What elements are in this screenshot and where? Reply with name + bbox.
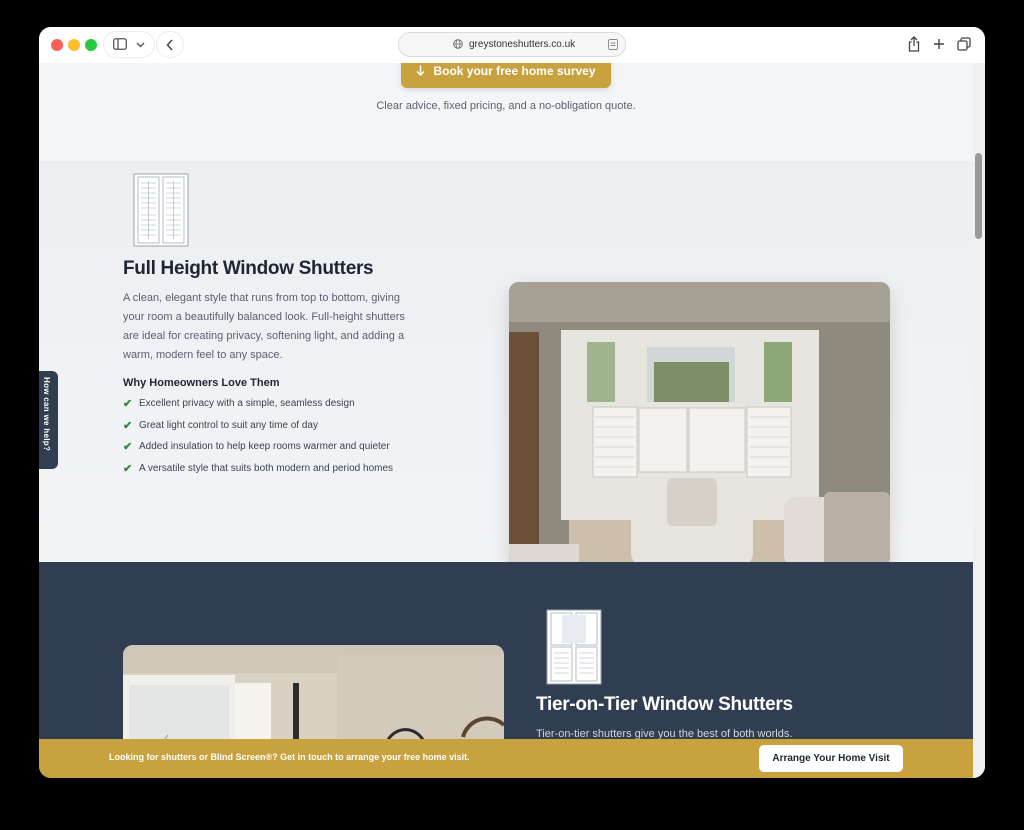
check-icon: ✔ xyxy=(123,398,133,411)
browser-window: greystoneshutters.co.uk Book your free h… xyxy=(39,27,985,778)
tab-overview-icon[interactable] xyxy=(957,37,971,51)
benefits-heading: Why Homeowners Love Them xyxy=(123,377,280,389)
close-window-button[interactable] xyxy=(51,39,63,51)
back-button[interactable] xyxy=(157,32,183,57)
browser-toolbar: greystoneshutters.co.uk xyxy=(39,27,985,63)
benefit-item: ✔ A versatile style that suits both moder… xyxy=(123,462,394,475)
page-scrollbar[interactable] xyxy=(973,63,985,778)
full-height-shutters-photo xyxy=(509,282,890,567)
book-survey-button[interactable]: Book your free home survey xyxy=(401,63,611,88)
new-tab-icon[interactable] xyxy=(933,38,945,50)
globe-icon xyxy=(453,39,463,49)
sidebar-icon xyxy=(113,38,127,50)
address-bar[interactable]: greystoneshutters.co.uk xyxy=(398,32,626,57)
web-page: Book your free home survey Clear advice,… xyxy=(39,63,973,778)
benefits-list: ✔ Excellent privacy with a simple, seamle… xyxy=(123,393,393,479)
benefit-item: ✔ Added insulation to help keep rooms war… xyxy=(123,441,390,454)
contact-banner: Looking for shutters or Blind Screen®? G… xyxy=(39,739,973,778)
minimize-window-button[interactable] xyxy=(68,39,80,51)
full-height-shutter-icon xyxy=(133,173,189,247)
full-height-description: A clean, elegant style that runs from to… xyxy=(123,292,405,361)
check-icon: ✔ xyxy=(123,462,133,475)
zoom-window-button[interactable] xyxy=(85,39,97,51)
share-icon[interactable] xyxy=(908,36,920,52)
benefit-item: ✔ Excellent privacy with a simple, seamle… xyxy=(123,398,355,411)
check-icon: ✔ xyxy=(123,419,133,432)
contact-banner-text: Looking for shutters or Blind Screen®? G… xyxy=(109,752,470,762)
arrange-home-visit-button[interactable]: Arrange Your Home Visit xyxy=(759,745,903,772)
chevron-down-icon[interactable] xyxy=(136,42,145,48)
hero-subtext: Clear advice, fixed pricing, and a no-ob… xyxy=(376,100,636,112)
scrollbar-thumb[interactable] xyxy=(975,153,982,239)
tier-on-tier-shutter-icon xyxy=(546,609,602,685)
help-side-tab[interactable]: How can we help? xyxy=(39,371,58,469)
url-text: greystoneshutters.co.uk xyxy=(469,39,576,50)
arrow-down-icon xyxy=(416,65,425,76)
hero-section: Book your free home survey Clear advice,… xyxy=(39,63,973,161)
help-side-tab-label: How can we help? xyxy=(42,377,51,452)
check-icon: ✔ xyxy=(123,441,133,454)
sidebar-toggle-button[interactable] xyxy=(104,32,154,57)
back-chevron-icon xyxy=(166,39,173,51)
book-survey-label: Book your free home survey xyxy=(433,63,596,78)
reader-icon[interactable] xyxy=(608,39,618,50)
tier-on-tier-title: Tier-on-Tier Window Shutters xyxy=(536,694,793,715)
full-height-section: Full Height Window Shutters A clean, ele… xyxy=(39,161,973,567)
benefit-item: ✔ Great light control to suit any time of… xyxy=(123,419,318,432)
full-height-title: Full Height Window Shutters xyxy=(123,258,374,279)
